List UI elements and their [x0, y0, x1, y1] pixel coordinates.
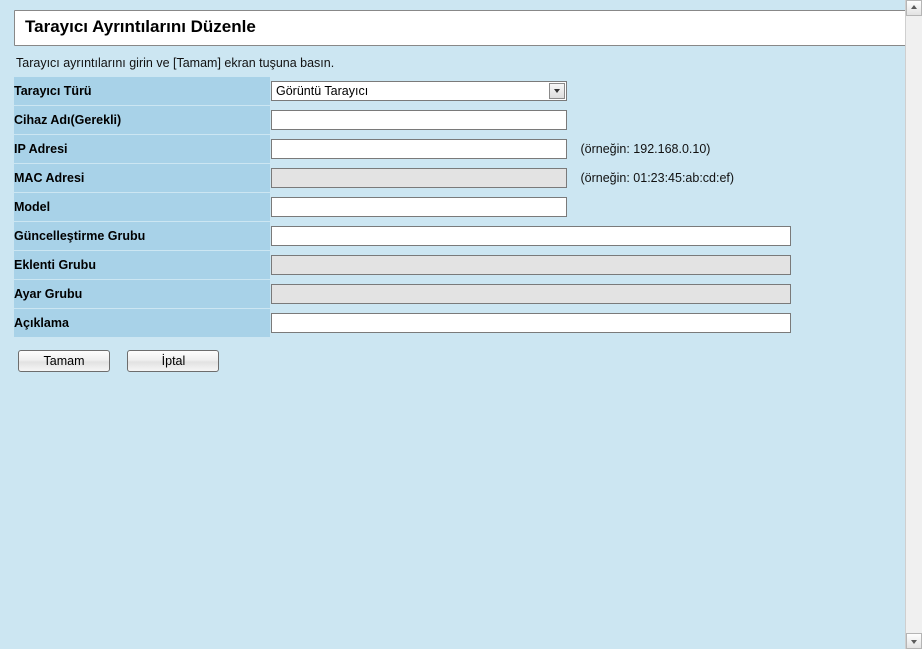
device-name-input[interactable] — [271, 110, 567, 130]
row-settings-group: Ayar Grubu — [14, 280, 908, 308]
scroll-down-icon[interactable] — [906, 633, 922, 649]
label-settings-group: Ayar Grubu — [14, 280, 271, 308]
row-model: Model — [14, 193, 908, 221]
field-ip-address: (örneğin: 192.168.0.10) — [271, 135, 908, 163]
scanner-type-select-wrap: Görüntü Tarayıcı — [271, 81, 567, 101]
settings-group-input[interactable] — [271, 284, 791, 304]
mac-address-input[interactable] — [271, 168, 567, 188]
app-window: Tarayıcı Ayrıntılarını Düzenle Tarayıcı … — [0, 0, 922, 649]
vertical-scrollbar[interactable] — [905, 0, 922, 649]
addon-group-input[interactable] — [271, 255, 791, 275]
label-device-name: Cihaz Adı(Gerekli) — [14, 106, 271, 134]
mac-address-hint: (örneğin: 01:23:45:ab:cd:ef) — [580, 171, 734, 185]
label-addon-group: Eklenti Grubu — [14, 251, 271, 279]
ip-address-hint: (örneğin: 192.168.0.10) — [580, 142, 710, 156]
row-scanner-type: Tarayıcı Türü Görüntü Tarayıcı — [14, 77, 908, 105]
label-mac-address: MAC Adresi — [14, 164, 271, 192]
field-scanner-type: Görüntü Tarayıcı — [271, 77, 908, 105]
form-table: Tarayıcı Türü Görüntü Tarayıcı Cihaz Adı… — [14, 76, 908, 338]
content-area: Tarayıcı Ayrıntılarını Düzenle Tarayıcı … — [0, 0, 922, 382]
instructions-text: Tarayıcı ayrıntılarını girin ve [Tamam] … — [16, 56, 908, 70]
model-input[interactable] — [271, 197, 567, 217]
cancel-button[interactable]: İptal — [127, 350, 219, 372]
label-ip-address: IP Adresi — [14, 135, 271, 163]
row-ip-address: IP Adresi (örneğin: 192.168.0.10) — [14, 135, 908, 163]
row-description: Açıklama — [14, 309, 908, 337]
description-input[interactable] — [271, 313, 791, 333]
field-model — [271, 193, 908, 221]
label-update-group: Güncelleştirme Grubu — [14, 222, 271, 250]
row-update-group: Güncelleştirme Grubu — [14, 222, 908, 250]
row-device-name: Cihaz Adı(Gerekli) — [14, 106, 908, 134]
field-addon-group — [271, 251, 908, 279]
field-description — [271, 309, 908, 337]
scroll-up-icon[interactable] — [906, 0, 922, 16]
row-mac-address: MAC Adresi (örneğin: 01:23:45:ab:cd:ef) — [14, 164, 908, 192]
ip-address-input[interactable] — [271, 139, 567, 159]
update-group-input[interactable] — [271, 226, 791, 246]
scanner-type-select[interactable]: Görüntü Tarayıcı — [271, 81, 567, 101]
title-bar: Tarayıcı Ayrıntılarını Düzenle — [14, 10, 908, 46]
label-model: Model — [14, 193, 271, 221]
ok-button[interactable]: Tamam — [18, 350, 110, 372]
field-settings-group — [271, 280, 908, 308]
row-addon-group: Eklenti Grubu — [14, 251, 908, 279]
field-update-group — [271, 222, 908, 250]
field-mac-address: (örneğin: 01:23:45:ab:cd:ef) — [271, 164, 908, 192]
page-title: Tarayıcı Ayrıntılarını Düzenle — [25, 17, 897, 37]
field-device-name — [271, 106, 908, 134]
label-description: Açıklama — [14, 309, 271, 337]
button-row: Tamam İptal — [14, 350, 908, 372]
label-scanner-type: Tarayıcı Türü — [14, 77, 271, 105]
